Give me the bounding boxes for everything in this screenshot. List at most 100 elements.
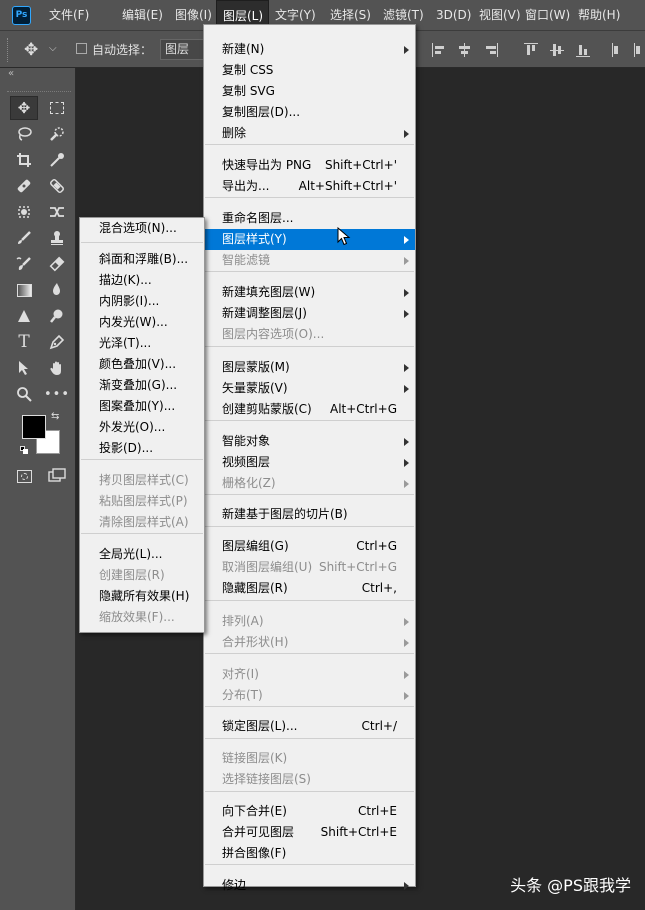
type-tool-icon[interactable]: T xyxy=(10,330,38,354)
layer-style-item[interactable]: 图案叠加(Y)... xyxy=(80,396,204,417)
layer-menu-item[interactable]: 矢量蒙版(V) xyxy=(204,378,415,399)
layer-menu-item[interactable]: 删除 xyxy=(204,123,415,144)
align-vertical-centers-icon[interactable] xyxy=(550,43,564,57)
layer-menu-item[interactable]: 新建(N) xyxy=(204,39,415,60)
layer-menu-item[interactable]: 复制图层(D)... xyxy=(204,102,415,123)
layer-menu-item[interactable]: 锁定图层(L)... Ctrl+/ xyxy=(204,716,415,737)
menu-separator xyxy=(205,144,414,145)
layer-style-item-label: 拷贝图层样式(C) xyxy=(99,473,189,487)
layer-style-item[interactable]: 内阴影(I)... xyxy=(80,291,204,312)
layer-menu-item: 链接图层(K) xyxy=(204,748,415,769)
align-bottom-edges-icon[interactable] xyxy=(576,43,590,57)
history-brush-icon[interactable] xyxy=(10,252,38,276)
menu-window[interactable]: 窗口(W) xyxy=(519,0,572,30)
layer-style-item-label: 隐藏所有效果(H) xyxy=(99,589,190,603)
lasso-tool-icon[interactable] xyxy=(10,122,38,146)
rectangular-marquee-tool-icon[interactable] xyxy=(43,96,71,120)
layer-menu-item[interactable]: 图层样式(Y) xyxy=(204,229,415,250)
panel-grip[interactable] xyxy=(7,91,71,92)
layer-style-item[interactable]: 光泽(T)... xyxy=(80,333,204,354)
swap-colors-icon[interactable]: ⇆ xyxy=(51,411,59,422)
collapse-panel-icon[interactable]: « xyxy=(8,68,14,79)
menu-separator xyxy=(205,420,414,421)
layer-menu-item[interactable]: 修边 xyxy=(204,875,415,896)
layer-menu-item[interactable]: 导出为... Alt+Shift+Ctrl+' xyxy=(204,176,415,197)
distribute-horizontal-icon[interactable] xyxy=(634,43,645,57)
pen-tool-icon[interactable] xyxy=(43,330,71,354)
layer-style-item[interactable]: 颜色叠加(V)... xyxy=(80,354,204,375)
layer-menu-item[interactable]: 合并可见图层 Shift+Ctrl+E xyxy=(204,822,415,843)
layer-style-item[interactable]: 全局光(L)... xyxy=(80,544,204,565)
layer-style-item[interactable]: 渐变叠加(G)... xyxy=(80,375,204,396)
layer-style-item[interactable]: 隐藏所有效果(H) xyxy=(80,586,204,607)
zoom-tool-icon[interactable] xyxy=(10,382,38,406)
layer-style-item[interactable]: 内发光(W)... xyxy=(80,312,204,333)
layer-menu-item[interactable]: 图层蒙版(M) xyxy=(204,357,415,378)
options-bar-grip[interactable] xyxy=(7,38,9,62)
layer-menu-item[interactable]: 新建调整图层(J) xyxy=(204,303,415,324)
sponge-tool-icon[interactable] xyxy=(43,304,71,328)
layer-style-item[interactable]: 描边(K)... xyxy=(80,270,204,291)
screen-mode-icon[interactable] xyxy=(43,464,71,488)
dodge-tool-icon[interactable] xyxy=(10,304,38,328)
layer-menu-item[interactable]: 复制 CSS xyxy=(204,60,415,81)
default-colors-icon[interactable] xyxy=(20,446,28,454)
layer-menu-item[interactable]: 创建剪贴蒙版(C) Alt+Ctrl+G xyxy=(204,399,415,420)
layer-menu-item[interactable]: 向下合并(E) Ctrl+E xyxy=(204,801,415,822)
menu-3d[interactable]: 3D(D) xyxy=(430,0,473,30)
layer-menu-item[interactable]: 复制 SVG xyxy=(204,81,415,102)
foreground-color-swatch[interactable] xyxy=(22,415,46,439)
clone-stamp-icon[interactable] xyxy=(43,226,71,250)
menu-separator xyxy=(81,533,203,534)
submenu-arrow-icon xyxy=(404,692,409,700)
path-selection-tool-icon[interactable] xyxy=(10,356,38,380)
menu-file[interactable]: 文件(F) xyxy=(43,0,116,30)
menu-edit[interactable]: 编辑(E) xyxy=(116,0,169,30)
chevron-down-icon[interactable]: ⌵ xyxy=(49,43,57,54)
align-right-edges-icon[interactable] xyxy=(484,43,498,57)
layer-menu-item: 合并形状(H) xyxy=(204,632,415,653)
hand-tool-icon[interactable] xyxy=(43,356,71,380)
crop-tool-icon[interactable] xyxy=(10,148,38,172)
quick-selection-tool-icon[interactable] xyxy=(43,122,71,146)
more-tools-icon[interactable]: ••• xyxy=(43,382,71,406)
auto-select-checkbox[interactable] xyxy=(76,43,87,54)
eraser-tool-icon[interactable] xyxy=(43,252,71,276)
blur-tool-icon[interactable] xyxy=(43,278,71,302)
content-aware-move-icon[interactable] xyxy=(43,200,71,224)
layer-menu-item[interactable]: 隐藏图层(R) Ctrl+, xyxy=(204,578,415,599)
layer-menu-item[interactable]: 重命名图层... xyxy=(204,208,415,229)
brush-tool-icon[interactable] xyxy=(43,174,71,198)
align-top-edges-icon[interactable] xyxy=(524,43,538,57)
layer-menu-item[interactable]: 快速导出为 PNG Shift+Ctrl+' xyxy=(204,155,415,176)
eyedropper-tool-icon[interactable] xyxy=(43,148,71,172)
spot-healing-brush-icon[interactable] xyxy=(10,174,38,198)
submenu-arrow-icon xyxy=(404,257,409,265)
layer-menu-item[interactable]: 图层编组(G) Ctrl+G xyxy=(204,536,415,557)
layer-menu-item[interactable]: 新建基于图层的切片(B) xyxy=(204,504,415,525)
auto-select-dropdown[interactable]: 图层 xyxy=(160,39,204,60)
align-left-edges-icon[interactable] xyxy=(432,43,446,57)
paint-brush-icon[interactable] xyxy=(10,226,38,250)
layer-menu-item[interactable]: 智能对象 xyxy=(204,431,415,452)
layer-style-item[interactable]: 外发光(O)... xyxy=(80,417,204,438)
layer-style-item[interactable]: 斜面和浮雕(B)... xyxy=(80,249,204,270)
layer-style-item[interactable]: 混合选项(N)... xyxy=(80,218,204,239)
layer-menu-item[interactable]: 视频图层 xyxy=(204,452,415,473)
layer-menu-item-label: 锁定图层(L)... xyxy=(222,719,298,733)
menu-separator xyxy=(205,526,414,527)
layer-menu-item-label: 拼合图像(F) xyxy=(222,846,287,860)
move-tool-icon[interactable]: ✥ xyxy=(24,40,38,60)
menu-view[interactable]: 视图(V) xyxy=(473,0,521,30)
menu-help[interactable]: 帮助(H) xyxy=(572,0,624,30)
align-horizontal-centers-icon[interactable] xyxy=(458,43,472,57)
patch-tool-icon[interactable] xyxy=(10,200,38,224)
layer-style-item-label: 描边(K)... xyxy=(99,273,152,287)
gradient-tool-icon[interactable] xyxy=(10,278,38,302)
layer-menu-item[interactable]: 拼合图像(F) xyxy=(204,843,415,864)
quick-mask-icon[interactable] xyxy=(10,464,38,488)
distribute-left-icon[interactable] xyxy=(610,43,624,57)
move-tool-icon[interactable]: ✥ xyxy=(10,96,38,120)
layer-style-item[interactable]: 投影(D)... xyxy=(80,438,204,459)
layer-menu-item[interactable]: 新建填充图层(W) xyxy=(204,282,415,303)
